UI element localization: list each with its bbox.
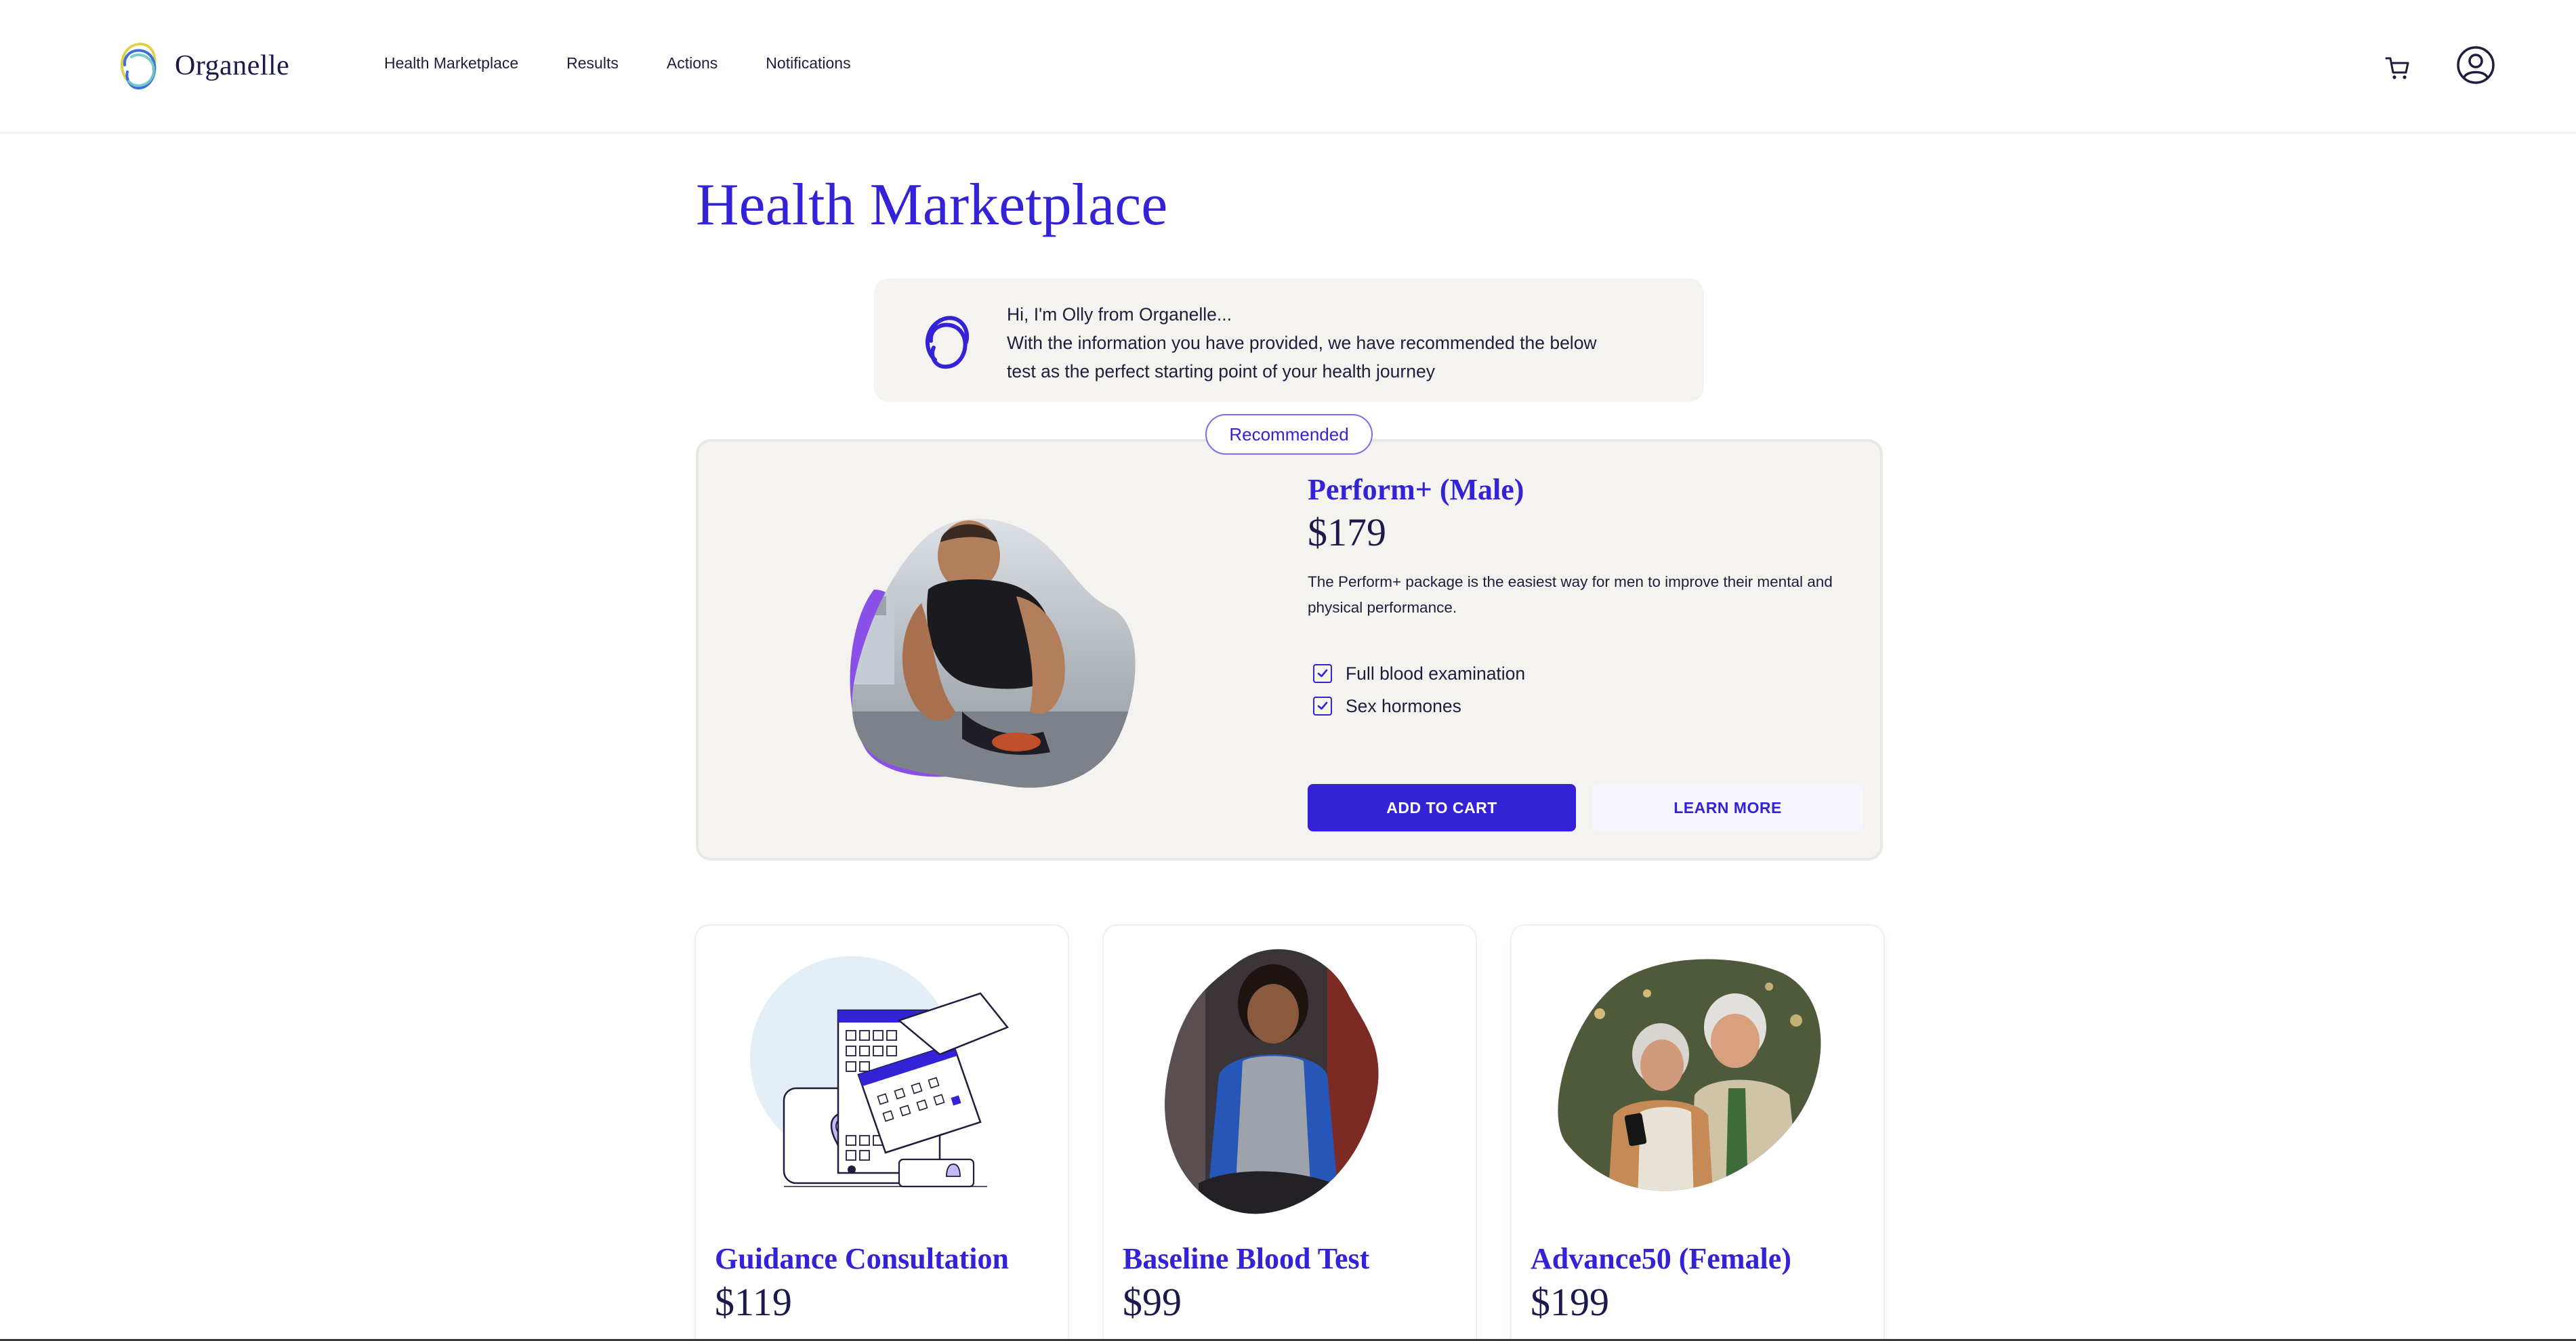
brand-name: Organelle	[175, 50, 290, 81]
product-title: Baseline Blood Test	[1123, 1242, 1370, 1275]
learn-more-button[interactable]: LEARN MORE	[1592, 784, 1863, 831]
nav-item-results[interactable]: Results	[566, 54, 619, 73]
checkbox-checked-icon	[1313, 664, 1332, 683]
main-nav: Health Marketplace Results Actions Notif…	[384, 54, 899, 73]
top-navigation-bar: Organelle Health Marketplace Results Act…	[0, 0, 2576, 133]
featured-product-price: $179	[1308, 510, 1386, 554]
consultation-calendar-illustration	[750, 956, 1010, 1188]
assistant-message: Hi, I'm Olly from Organelle... With the …	[874, 278, 1704, 402]
nav-item-notifications[interactable]: Notifications	[766, 54, 850, 73]
product-card-advance50-female[interactable]: Advance50 (Female) $199	[1512, 926, 1884, 1341]
recommended-badge: Recommended	[1205, 414, 1373, 455]
olly-assistant-icon	[925, 316, 970, 369]
featured-feature-list: Full blood examination Sex hormones	[1313, 657, 1525, 722]
feature-item: Full blood examination	[1313, 657, 1525, 690]
add-to-cart-button[interactable]: ADD TO CART	[1308, 784, 1576, 831]
feature-label: Sex hormones	[1346, 695, 1461, 716]
product-title: Advance50 (Female)	[1531, 1242, 1791, 1275]
cart-button[interactable]	[2382, 51, 2414, 84]
feature-label: Full blood examination	[1346, 663, 1526, 684]
product-price: $99	[1123, 1280, 1182, 1324]
cart-icon	[2385, 57, 2409, 79]
feature-item: Sex hormones	[1313, 690, 1525, 722]
product-price: $119	[715, 1280, 792, 1324]
organelle-logo-icon	[121, 43, 157, 89]
nav-item-health-marketplace[interactable]: Health Marketplace	[384, 54, 518, 73]
brand-logo[interactable]: Organelle	[115, 39, 289, 92]
senior-couple-with-phone-image	[1558, 959, 1821, 1191]
woman-on-treadmill-image	[1165, 949, 1379, 1214]
assistant-line: test as the perfect starting point of yo…	[1007, 361, 1435, 381]
product-price: $199	[1531, 1280, 1609, 1324]
assistant-message-text: Hi, I'm Olly from Organelle... With the …	[1007, 300, 1678, 386]
account-button[interactable]	[2456, 45, 2495, 85]
assistant-line: With the information you have provided, …	[1007, 333, 1597, 353]
assistant-greeting: Hi, I'm Olly from Organelle...	[1007, 304, 1232, 325]
featured-product-description: The Perform+ package is the easiest way …	[1308, 573, 1833, 616]
product-card-guidance-consultation[interactable]: Guidance Consultation $119	[696, 926, 1068, 1341]
featured-product-title: Perform+ (Male)	[1308, 473, 1524, 506]
product-card-baseline-blood-test[interactable]: Baseline Blood Test $99	[1104, 926, 1476, 1341]
checkbox-checked-icon	[1313, 697, 1332, 716]
product-title: Guidance Consultation	[715, 1242, 1009, 1275]
nav-item-actions[interactable]: Actions	[667, 54, 718, 73]
user-account-icon	[2457, 46, 2495, 84]
athlete-tying-shoe-image	[850, 518, 1136, 788]
page-title: Health Marketplace	[696, 172, 1168, 238]
